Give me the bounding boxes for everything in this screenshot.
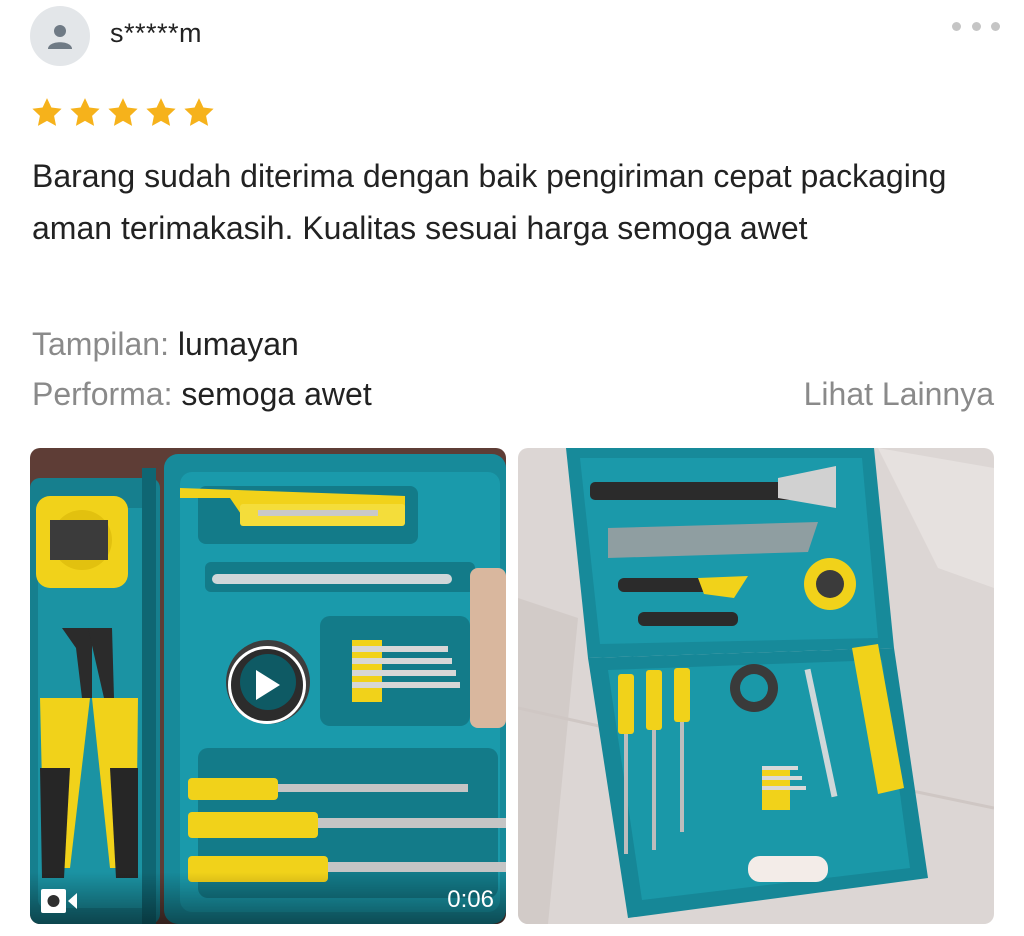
play-icon	[256, 670, 280, 700]
menu-dot	[952, 21, 961, 31]
attribute-key: Performa:	[32, 376, 173, 412]
menu-dot	[991, 21, 1000, 31]
star-icon	[184, 98, 214, 126]
video-info-bar	[30, 872, 506, 924]
video-camera-icon	[41, 889, 77, 913]
avatar[interactable]	[30, 6, 90, 66]
review-video-thumbnail[interactable]: 0:06	[30, 448, 506, 924]
reviewer-username: s*****m	[110, 18, 203, 48]
star-icon	[32, 98, 62, 126]
video-duration: 0:06	[447, 886, 494, 913]
menu-dot	[971, 21, 981, 31]
review-attribute-tampilan: Tampilan: lumayan	[32, 324, 299, 364]
review-attribute-performa: Performa: semoga awet	[32, 374, 372, 414]
more-horizontal-icon[interactable]	[952, 12, 1000, 40]
toolkit-photo	[518, 448, 994, 924]
star-rating	[30, 96, 216, 130]
see-more-link[interactable]: Lihat Lainnya	[804, 374, 994, 414]
attribute-key: Tampilan:	[32, 326, 169, 362]
attribute-value: semoga awet	[181, 376, 372, 412]
star-icon	[70, 98, 100, 126]
star-icon	[146, 98, 176, 126]
star-icon	[108, 98, 138, 126]
user-icon	[48, 25, 72, 49]
review-photo-thumbnail[interactable]	[518, 448, 994, 924]
attribute-value: lumayan	[177, 326, 299, 362]
play-button[interactable]	[228, 646, 306, 724]
review-text: Barang sudah diterima dengan baik pengir…	[32, 158, 947, 246]
